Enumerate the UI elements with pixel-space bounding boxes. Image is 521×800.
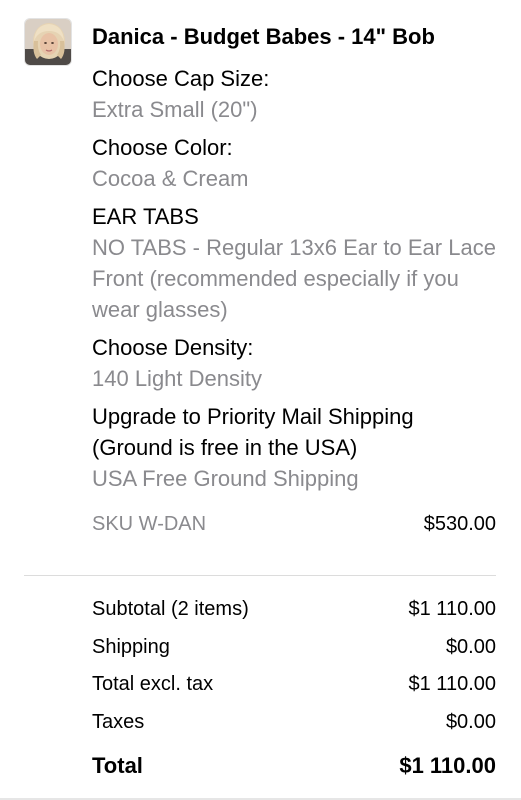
shipping-value: $0.00 [445,635,496,658]
option-value: Extra Small (20") [92,97,258,122]
product-image [25,19,71,65]
grand-total-value: $1 110.00 [399,753,496,778]
subtotal-row: Subtotal (2 items) $1 110.00 [92,591,496,629]
option-ear-tabs: EAR TABS NO TABS - Regular 13x6 Ear to E… [92,201,496,325]
summary-divider [24,575,496,576]
product-title[interactable]: Danica - Budget Babes - 14" Bob [92,18,496,56]
order-summary: Subtotal (2 items) $1 110.00 Shipping $0… [92,591,496,785]
line-item-price: $530.00 [423,513,496,535]
option-label: Upgrade to Priority Mail Shipping (Groun… [92,404,414,460]
option-shipping-upgrade: Upgrade to Priority Mail Shipping (Groun… [92,401,496,494]
option-label: Choose Cap Size: [92,66,270,91]
option-cap-size: Choose Cap Size: Extra Small (20") [92,63,496,125]
shipping-label: Shipping [92,635,170,658]
subtotal-value: $1 110.00 [408,598,497,620]
grand-total-label: Total [92,753,143,778]
option-label: Choose Density: [92,335,254,360]
grand-total-row: Total $1 110.00 [92,747,496,785]
product-thumbnail[interactable] [24,18,72,66]
total-excl-tax-row: Total excl. tax $1 110.00 [92,666,496,704]
taxes-value: $0.00 [445,710,496,733]
line-item-details: Danica - Budget Babes - 14" Bob Choose C… [92,18,496,538]
total-excl-tax-label: Total excl. tax [92,673,214,695]
option-label: Choose Color: [92,135,233,160]
option-value: NO TABS - Regular 13x6 Ear to Ear Lace F… [92,235,496,322]
option-density: Choose Density: 140 Light Density [92,332,496,394]
subtotal-label: Subtotal (2 items) [92,598,249,620]
option-label: EAR TABS [92,204,199,229]
sku-label: SKU W-DAN [92,513,207,535]
shipping-row: Shipping $0.00 [92,629,496,667]
option-value: 140 Light Density [92,366,262,391]
sku-price-row: SKU W-DAN $530.00 [92,510,496,538]
taxes-row: Taxes $0.00 [92,704,496,742]
total-excl-tax-value: $1 110.00 [408,673,497,695]
option-value: Cocoa & Cream [92,166,249,191]
taxes-label: Taxes [92,710,145,733]
option-color: Choose Color: Cocoa & Cream [92,132,496,194]
option-value: USA Free Ground Shipping [92,466,359,491]
